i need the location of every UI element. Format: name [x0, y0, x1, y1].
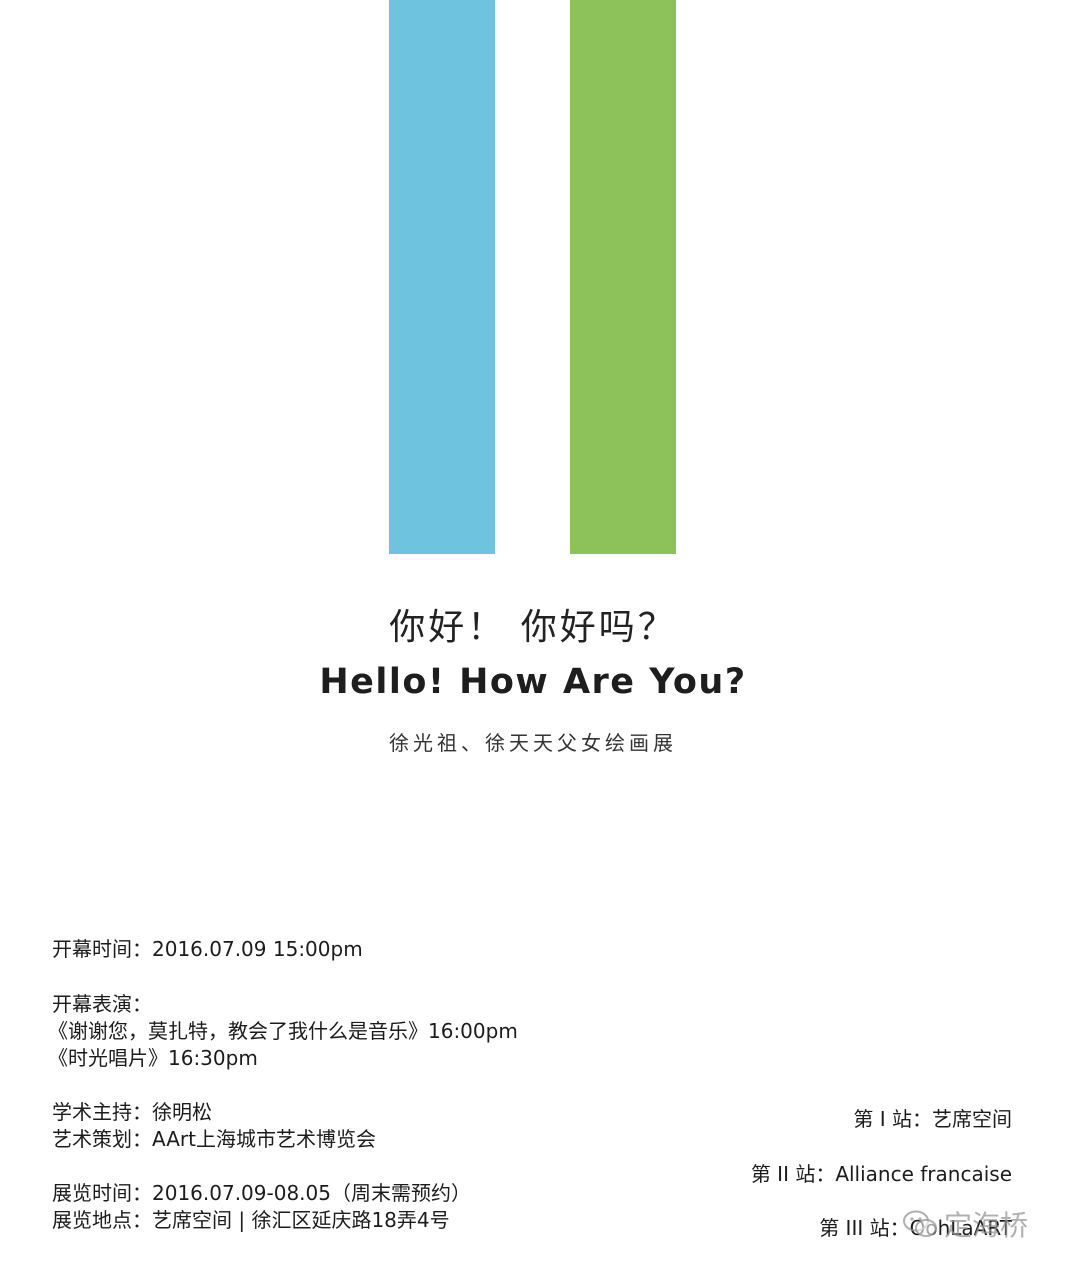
- subtitle: 徐光祖、徐天天父女绘画展: [389, 731, 677, 755]
- title-chinese: 你好！ 你好吗？: [389, 607, 677, 648]
- exhibition-time: 展览时间：2016.07.09-08.05（周末需预约）: [52, 1181, 471, 1205]
- watermark: 定海桥: [902, 1204, 1028, 1244]
- academic-host: 学术主持：徐明松: [52, 1100, 212, 1124]
- art-planning: 艺术策划：AArt上海城市艺术博览会: [52, 1127, 376, 1151]
- station-1: 第 I 站：艺席空间: [853, 1107, 1012, 1131]
- wechat-icon: [902, 1210, 937, 1237]
- performance-item-1: 《谢谢您，莫扎特，教会了我什么是音乐》16:00pm: [48, 1019, 518, 1043]
- blue-bar: [389, 0, 495, 554]
- watermark-text: 定海桥: [943, 1209, 1028, 1242]
- exhibition-venue: 展览地点：艺席空间 | 徐汇区延庆路18弄4号: [52, 1208, 450, 1232]
- green-bar: [570, 0, 676, 554]
- performance-heading: 开幕表演：: [52, 992, 152, 1016]
- station-2: 第 II 站：Alliance francaise: [750, 1162, 1012, 1186]
- opening-time: 开幕时间：2016.07.09 15:00pm: [52, 937, 363, 961]
- performance-item-2: 《时光唱片》16:30pm: [48, 1046, 258, 1070]
- title-english: Hello! How Are You?: [319, 662, 747, 702]
